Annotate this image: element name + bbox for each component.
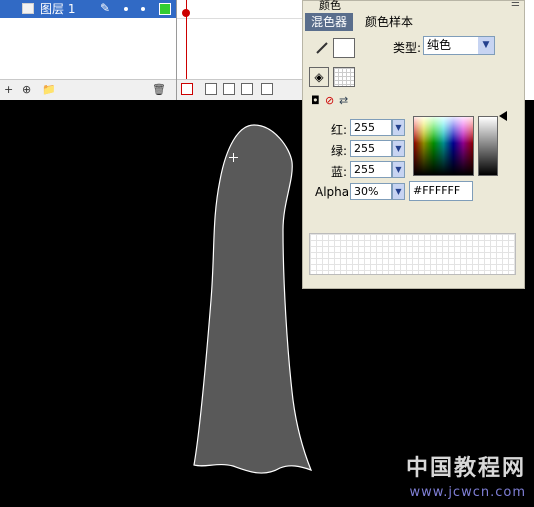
watermark-url: www.jcwcn.com [409, 485, 526, 500]
watermark-text: 中国教程网 [405, 456, 526, 481]
blue-input[interactable]: 255 [350, 161, 392, 178]
alpha-input[interactable]: 30% [350, 183, 392, 200]
alpha-stepper[interactable]: ▼ [392, 183, 405, 200]
panel-tabs: 混色器 颜色样本 [303, 13, 524, 31]
green-input[interactable]: 255 [350, 140, 392, 157]
frame-row[interactable] [177, 0, 303, 19]
layer-name[interactable]: 图层 1 [40, 1, 75, 17]
onion-outline-icon[interactable] [223, 83, 235, 95]
tab-swatches[interactable]: 颜色样本 [359, 13, 419, 31]
visibility-dot[interactable] [124, 7, 128, 11]
red-label: 红: [331, 123, 348, 137]
type-label: 类型: [393, 41, 422, 55]
no-color-icon[interactable]: ⊘ [325, 94, 334, 107]
swap-colors-icon[interactable]: ⇄ [339, 94, 348, 107]
modify-markers-icon[interactable] [261, 83, 273, 95]
panel-title-bar[interactable]: 颜色 ☰ [303, 0, 524, 12]
panel-menu-icon[interactable]: ☰ [511, 0, 520, 9]
red-input[interactable]: 255 [350, 119, 392, 136]
edit-multiple-frames-icon[interactable] [241, 83, 253, 95]
center-frame-icon[interactable] [181, 83, 193, 95]
color-preview [309, 233, 516, 275]
stroke-color-swatch[interactable] [333, 38, 355, 58]
delete-layer-icon[interactable]: 🗑 [152, 83, 166, 96]
layers-panel: 图层 1 ✎ + ⊕ 📁 🗑 [0, 0, 177, 100]
keyframe-dot[interactable] [182, 9, 190, 17]
cloth-shape[interactable] [193, 124, 313, 474]
fill-color-swatch[interactable] [333, 67, 355, 87]
panel-title: 颜色 [319, 0, 341, 12]
layer-icon [22, 3, 34, 14]
onion-skin-icon[interactable] [205, 83, 217, 95]
default-colors-icon[interactable]: ◘ [311, 94, 320, 107]
lock-dot[interactable] [141, 7, 145, 11]
alpha-label: Alpha: [315, 185, 354, 199]
pencil-icon: ✎ [100, 1, 111, 15]
layer-tools: + ⊕ 📁 🗑 [0, 79, 176, 100]
add-layer-icon[interactable]: + [4, 83, 13, 96]
red-stepper[interactable]: ▼ [392, 119, 405, 136]
fill-type-value: 纯色 [427, 38, 452, 52]
outline-color-icon[interactable] [159, 3, 171, 15]
chevron-down-icon: ▼ [478, 37, 494, 54]
color-spectrum[interactable] [413, 116, 474, 176]
green-stepper[interactable]: ▼ [392, 140, 405, 157]
fill-bucket-icon[interactable]: ◈ [309, 67, 329, 87]
hex-input[interactable]: #FFFFFF [409, 181, 473, 201]
add-guide-layer-icon[interactable]: ⊕ [22, 83, 31, 96]
green-label: 绿: [331, 144, 348, 158]
brightness-slider[interactable] [478, 116, 498, 176]
color-panel: 颜色 ☰ 混色器 颜色样本 类型: 纯色 ▼ ◈ ◘ ⊘ ⇄ 红: 255 ▼ … [302, 0, 525, 289]
frame-tools [177, 79, 303, 100]
brightness-arrow-icon[interactable] [499, 111, 507, 121]
stroke-pencil-icon[interactable] [315, 41, 329, 55]
tab-mixer[interactable]: 混色器 [305, 13, 354, 31]
frames-panel [177, 0, 303, 100]
fill-type-select[interactable]: 纯色 ▼ [423, 36, 495, 55]
add-folder-icon[interactable]: 📁 [42, 83, 56, 96]
layer-row-1[interactable]: 图层 1 ✎ [0, 0, 176, 18]
crosshair-cursor-icon [229, 153, 238, 162]
blue-label: 蓝: [331, 165, 348, 179]
blue-stepper[interactable]: ▼ [392, 161, 405, 178]
